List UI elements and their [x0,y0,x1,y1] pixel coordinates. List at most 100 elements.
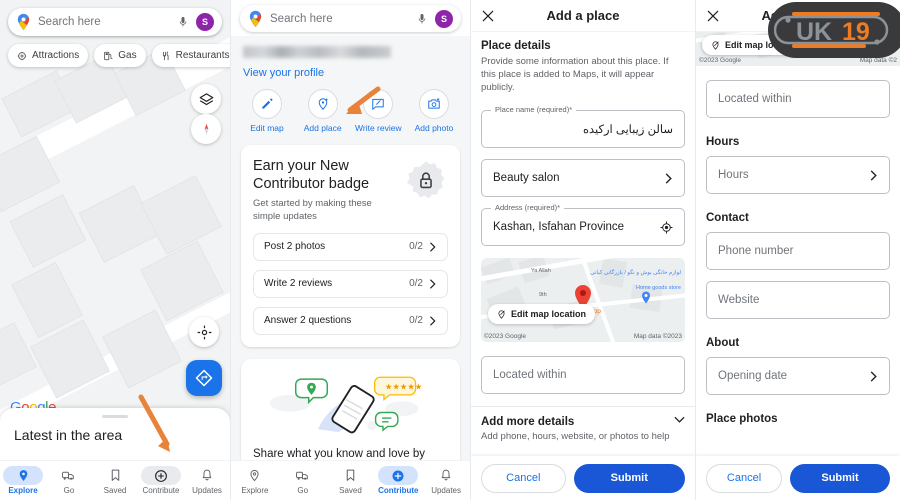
address-field[interactable]: Address (required)* Kashan, Isfahan Prov… [481,203,685,247]
share-illustration: ★★★★★ [253,369,448,443]
layers-button[interactable] [191,84,221,114]
maps-pin-icon [249,10,262,27]
chevron-right-icon [665,173,672,184]
add-more-details-header[interactable]: Add more details [471,407,695,428]
chevron-right-icon [430,279,436,289]
nav-item-contribute[interactable]: Contribute [374,466,422,495]
website-field[interactable]: Website [706,281,890,319]
submit-button[interactable]: Submit [790,463,890,493]
nav-label: Explore [8,486,38,495]
search-input[interactable]: Search here [38,16,170,28]
search-input[interactable]: Search here [270,13,409,25]
layers-icon [199,92,213,105]
avatar[interactable]: S [435,9,453,28]
nav-pill [330,466,370,485]
nav-item-go[interactable]: Go [46,466,92,495]
action-edit-map[interactable]: Edit map [243,89,291,133]
add-photo-icon [428,98,440,109]
submit-button[interactable]: Submit [573,463,685,493]
search-bar[interactable]: Search here S [8,8,222,36]
plus-circle-icon [155,469,167,482]
compass-button[interactable] [191,114,221,144]
nav-item-explore[interactable]: Explore [0,466,46,495]
nav-pill [49,466,89,485]
cancel-button[interactable]: Cancel [481,463,566,493]
share-knowledge-card[interactable]: ★★★★★ Share what you know and love by [241,358,460,477]
chip-attractions[interactable]: Attractions [8,44,89,67]
place-map-thumbnail[interactable]: لوازم خانگی بوش و نگو / بازرگانی کیانی H… [481,258,685,343]
section-title-place-details: Place details [481,40,551,52]
bookmark-icon [111,469,119,481]
review-icon [372,98,385,110]
badge-task-row[interactable]: Answer 2 questions 0/2 [253,306,448,335]
commute-icon [295,471,308,480]
chevron-right-icon [430,242,436,252]
target-location-icon[interactable] [660,221,673,234]
nav-label: Updates [431,486,461,495]
address-value: Kashan, Isfahan Province [493,221,625,234]
edit-location-icon [712,40,719,50]
opening-date-placeholder: Opening date [718,370,788,382]
microphone-icon[interactable] [416,12,428,26]
chevron-down-icon[interactable] [674,416,685,424]
cancel-button[interactable]: Cancel [706,463,783,493]
opening-date-field[interactable]: Opening date [706,357,890,395]
commute-icon [62,471,74,480]
badge-task-row[interactable]: Write 2 reviews 0/2 [253,269,448,298]
search-bar[interactable]: Search here S [240,5,461,32]
phone-number-field[interactable]: Phone number [706,232,890,270]
task-label: Post 2 photos [264,241,326,253]
svg-text:UK: UK [796,18,832,46]
hours-field[interactable]: Hours [706,156,890,194]
place-name-field[interactable]: Place name (required)* سالن زیبایی ارکید… [481,105,685,149]
category-field[interactable]: Beauty salon [481,159,685,198]
svg-text:19: 19 [842,18,870,46]
section-title-about: About [706,337,740,349]
directions-fab[interactable] [186,360,222,396]
nav-pill [141,466,181,485]
page-title: Add a place [546,8,620,23]
map-street-label: 9th [539,292,547,299]
action-label: Add photo [414,123,454,133]
action-write-review[interactable]: Write review [354,89,402,133]
nav-item-saved[interactable]: Saved [327,466,375,495]
chip-gas[interactable]: Gas [94,44,146,67]
map-block [78,184,160,264]
map-street-label: Ya Allah [531,268,551,275]
place-name-value: سالن زیبایی ارکیده [582,124,673,137]
nav-pill [426,466,466,485]
nav-item-explore[interactable]: Explore [231,466,279,495]
hours-placeholder: Hours [718,169,749,181]
nav-item-updates[interactable]: Updates [422,466,470,495]
microphone-icon[interactable] [177,15,189,29]
located-within-field[interactable]: Located within [706,80,890,118]
located-within-placeholder: Located within [493,369,567,382]
badge-title: Earn your New Contributor badge [253,158,370,193]
my-location-button[interactable] [189,317,219,347]
edit-map-location-button[interactable]: Edit map location [488,304,596,325]
profile-name-blurred [243,46,391,58]
task-label: Answer 2 questions [264,315,352,327]
close-icon[interactable] [706,9,720,23]
latest-in-area-sheet[interactable]: Latest in the area [0,408,230,460]
badge-task-row[interactable]: Post 2 photos 0/2 [253,232,448,261]
svg-text:★★★★★: ★★★★★ [385,381,422,391]
nav-item-saved[interactable]: Saved [92,466,138,495]
action-add-photo[interactable]: Add photo [410,89,458,133]
map-attribution-left: ©2023 Google [484,333,527,341]
action-label: Write review [355,123,402,133]
avatar[interactable]: S [196,13,214,31]
nav-item-go[interactable]: Go [279,466,327,495]
section-title-hours: Hours [706,136,740,148]
nav-pill [3,466,43,485]
action-add-place[interactable]: Add place [299,89,347,133]
field-label: Address (required)* [491,203,565,213]
view-profile-link[interactable]: View your profile [243,67,458,79]
nav-item-updates[interactable]: Updates [184,466,230,495]
place-pin-icon [250,469,259,482]
close-icon[interactable] [481,9,495,23]
nav-pill [95,466,135,485]
located-within-field[interactable]: Located within [481,356,685,395]
nav-item-contribute[interactable]: Contribute [138,466,184,495]
chip-restaurants[interactable]: Restaurants [151,44,230,67]
